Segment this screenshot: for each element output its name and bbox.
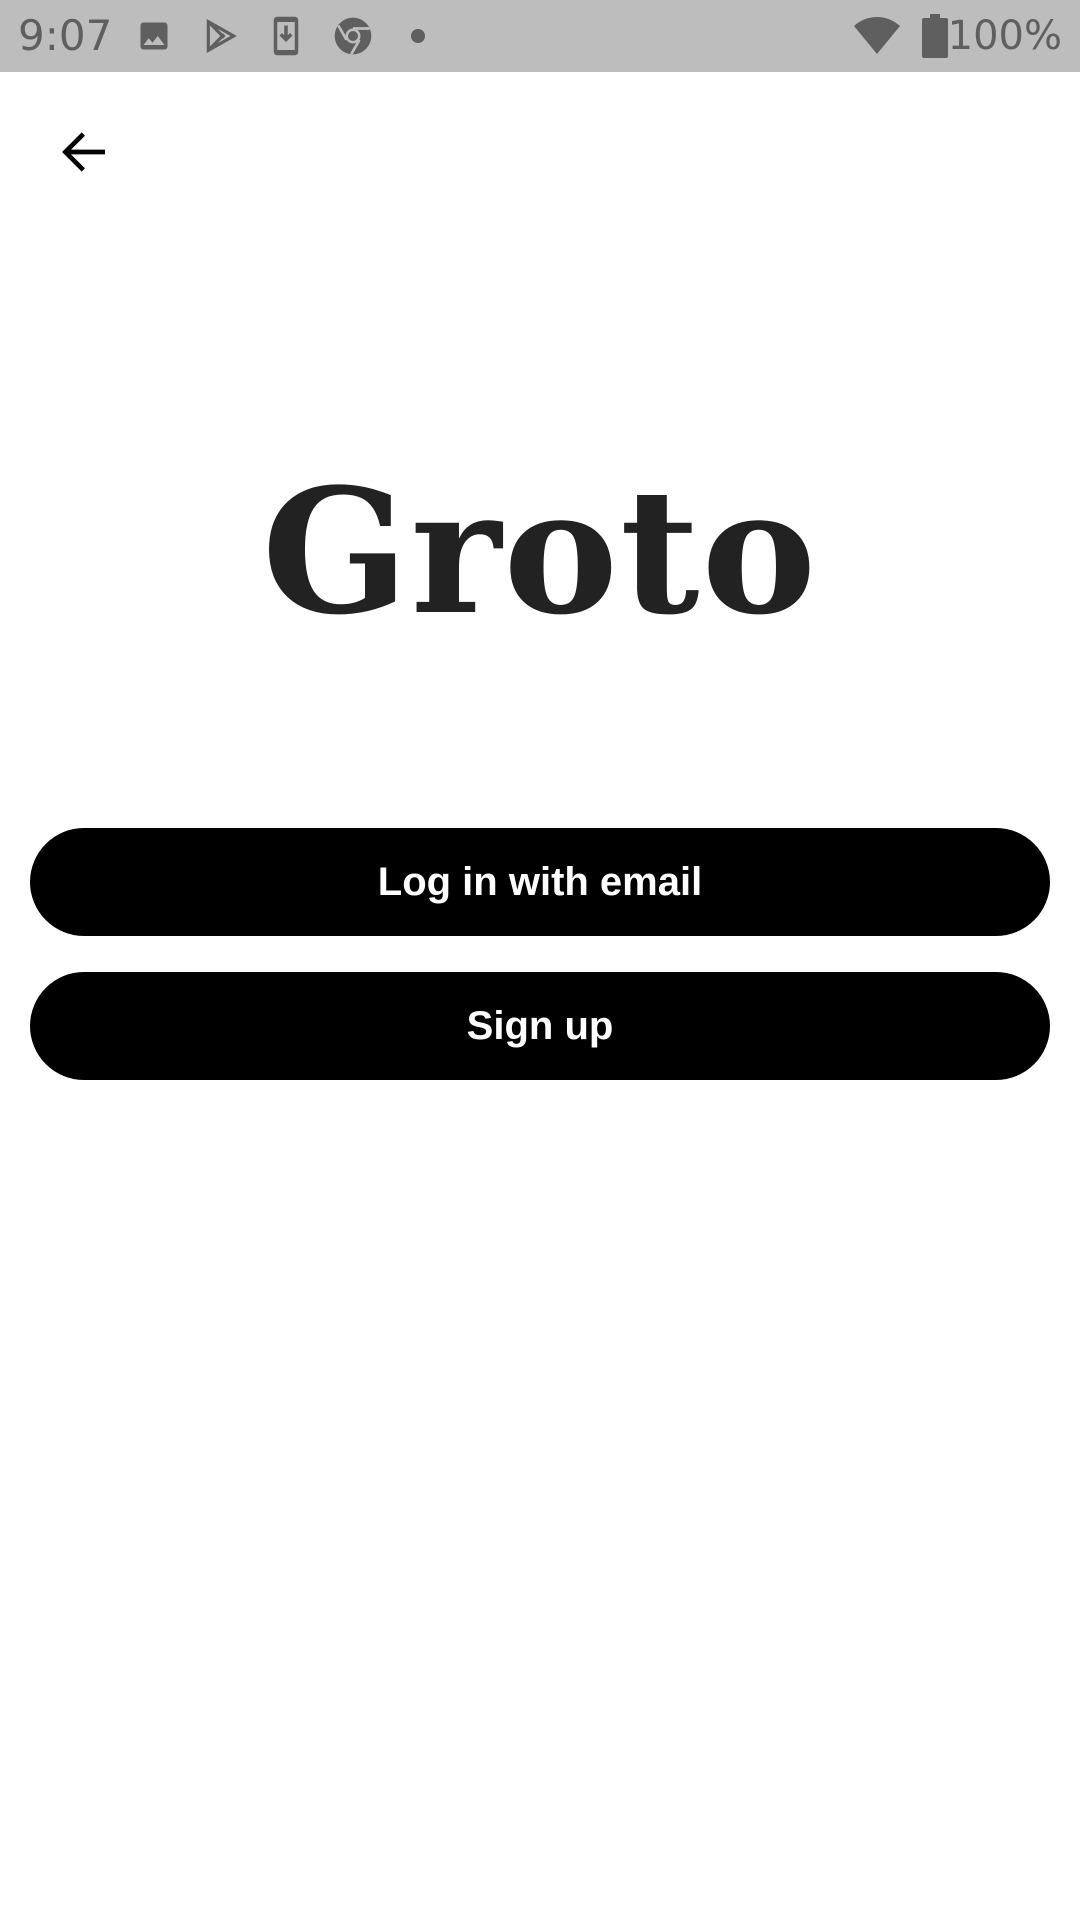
battery-percentage: 100% <box>947 13 1062 59</box>
image-icon <box>134 0 174 72</box>
login-with-email-button[interactable]: Log in with email <box>30 828 1050 936</box>
sign-up-button[interactable]: Sign up <box>30 972 1050 1080</box>
dot-icon <box>410 0 426 72</box>
login-with-email-label: Log in with email <box>377 859 703 904</box>
chrome-icon <box>332 0 374 72</box>
status-time: 9:07 <box>18 11 113 60</box>
wifi-icon <box>852 0 902 72</box>
back-button[interactable] <box>44 112 124 192</box>
download-icon <box>268 0 304 72</box>
sign-up-label: Sign up <box>466 1003 614 1048</box>
status-bar: 9:07 100% <box>0 0 1080 72</box>
app-logo: Groto <box>261 450 819 653</box>
play-store-icon <box>200 0 242 72</box>
arrow-left-icon <box>62 132 105 172</box>
battery-icon <box>920 0 950 72</box>
